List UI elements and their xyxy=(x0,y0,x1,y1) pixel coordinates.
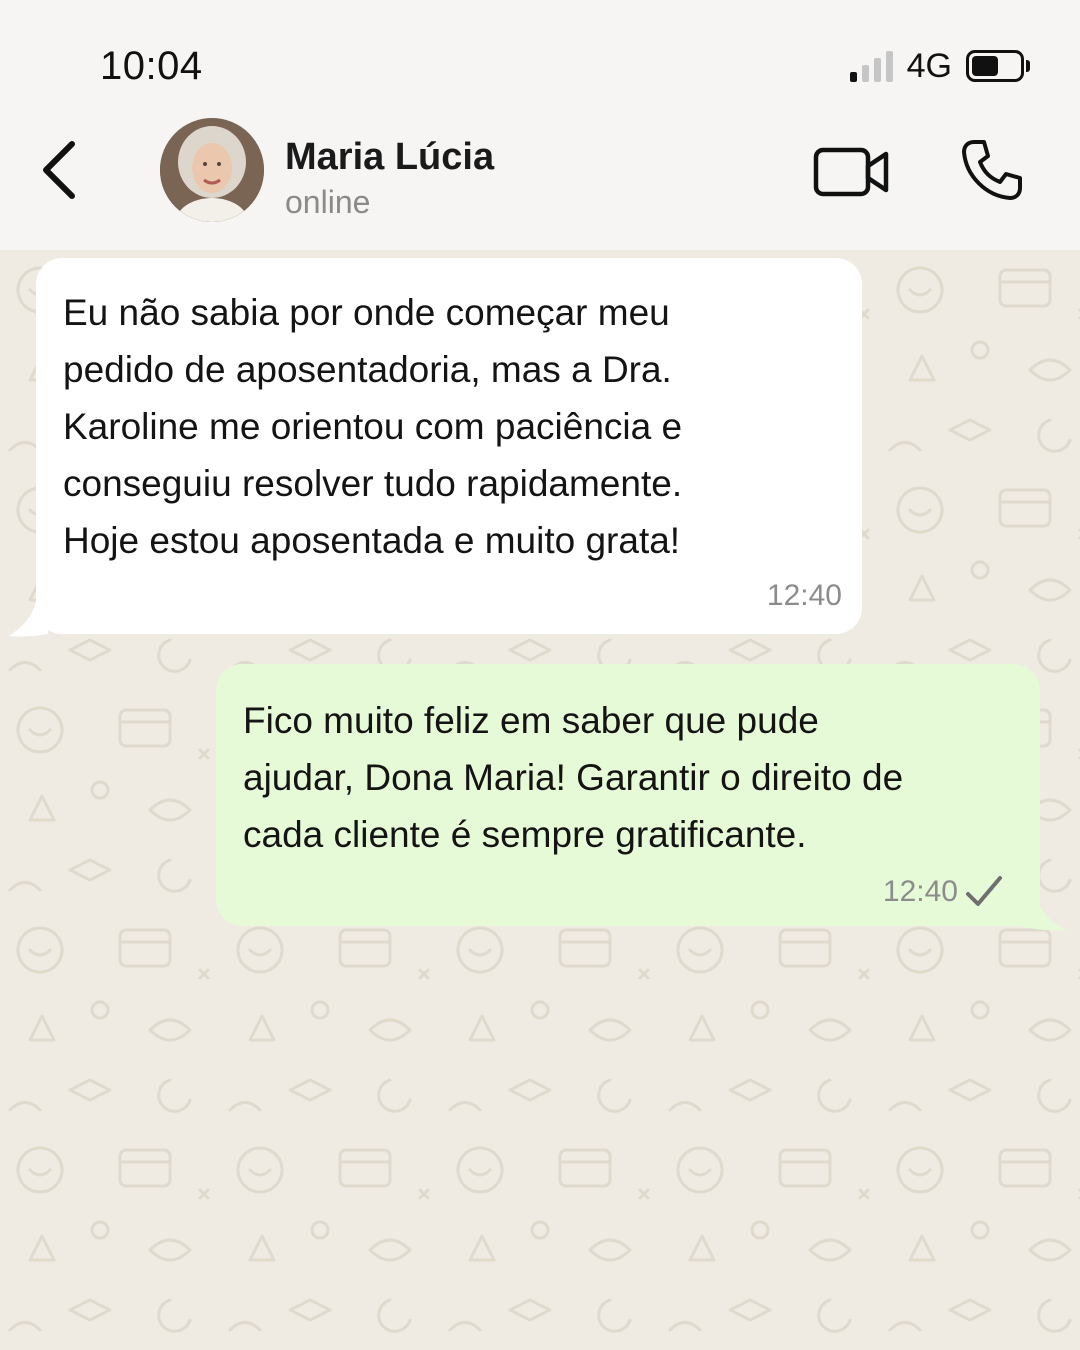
back-arrow-icon[interactable] xyxy=(36,138,92,208)
message-time: 12:40 xyxy=(766,579,842,612)
message-text: Fico muito feliz em saber que pude ajuda… xyxy=(243,700,904,855)
message-text: Eu não sabia por onde começar meu pedido… xyxy=(63,292,683,561)
chat-area[interactable]: Eu não sabia por onde começar meu pedido… xyxy=(0,250,1080,1350)
phone-icon[interactable] xyxy=(960,138,1024,202)
sent-check-icon xyxy=(966,875,1002,906)
network-type: 4G xyxy=(906,46,952,85)
avatar[interactable] xyxy=(160,118,264,222)
message-meta: 12:40 xyxy=(883,863,1004,920)
status-time: 10:04 xyxy=(100,44,203,88)
video-call-icon[interactable] xyxy=(812,144,892,200)
chat-header: Maria Lúcia online xyxy=(0,110,1080,250)
battery-icon xyxy=(966,50,1030,82)
message-time: 12:40 xyxy=(882,875,958,908)
contact-status: online xyxy=(285,184,371,220)
status-indicators: 4G xyxy=(849,46,1030,86)
message-outgoing[interactable]: Fico muito feliz em saber que pude ajuda… xyxy=(216,664,1040,926)
signal-icon xyxy=(849,50,893,82)
status-bar: 10:04 4G xyxy=(0,0,1080,120)
message-incoming[interactable]: Eu não sabia por onde começar meu pedido… xyxy=(36,258,862,634)
contact-name[interactable]: Maria Lúcia xyxy=(285,136,494,179)
